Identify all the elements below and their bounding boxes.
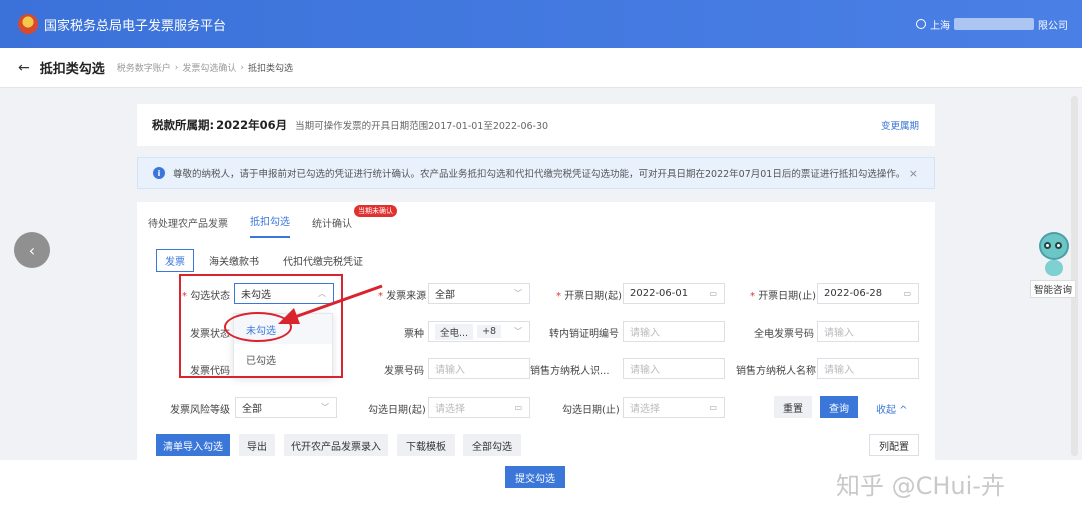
subtab-invoice[interactable]: 发票 (156, 249, 194, 272)
risk-level-label: 发票风险等级 (170, 405, 230, 416)
info-icon: i (153, 167, 165, 179)
status-badge: 当期未确认 (354, 205, 397, 217)
invoice-type-label: 票种 (404, 329, 424, 340)
tab-pending-agri[interactable]: 待处理农产品发票 (148, 215, 228, 238)
invoice-source-label: * 发票来源 (378, 291, 427, 302)
invoice-code-label: 发票代码 (190, 366, 230, 377)
breadcrumb-current: 抵扣类勾选 (248, 64, 294, 74)
user-icon (916, 19, 926, 29)
all-elec-no-input[interactable]: 请输入 (817, 321, 919, 342)
calendar-icon: ▭ (709, 289, 717, 298)
tax-period-panel: 税款所属期: 2022年06月 当期可操作发票的开具日期范围2017-01-01… (137, 104, 935, 146)
transfer-no-label: 转内销证明编号 (549, 329, 619, 340)
user-account[interactable]: 上海 限公司 (916, 0, 1068, 48)
subtabs: 发票 海关缴款书 代扣代缴完税凭证 (156, 249, 372, 272)
check-status-select[interactable]: 未勾选 ︿ (234, 283, 334, 304)
period-value: 2022年06月 (216, 118, 288, 132)
notice-text: 尊敬的纳税人，请于申报前对已勾选的凭证进行统计确认。农产品业务抵扣勾选和代扣代缴… (173, 169, 906, 180)
chevron-down-icon: ﹀ (514, 289, 522, 298)
check-status-dropdown: 未勾选 已勾选 (233, 313, 333, 377)
top-header: 国家税务总局电子发票服务平台 上海 限公司 (0, 0, 1082, 48)
user-name-redacted (954, 18, 1034, 30)
period-label: 税款所属期: (152, 118, 215, 132)
issue-date-end-input[interactable]: 2022-06-28 ▭ (817, 283, 919, 304)
breadcrumb-bar: ← 抵扣类勾选 税务数字账户 › 发票勾选确认 › 抵扣类勾选 (0, 48, 1082, 88)
seller-name-input[interactable]: 请输入 (817, 358, 919, 379)
reset-button[interactable]: 重置 (774, 396, 812, 418)
risk-level-select[interactable]: 全部 ﹀ (235, 397, 337, 418)
notice-banner: i 尊敬的纳税人，请于申报前对已勾选的凭证进行统计确认。农产品业务抵扣勾选和代扣… (137, 157, 935, 189)
invoice-type-select[interactable]: 全电... +8 ﹀ (428, 321, 530, 342)
invoice-source-select[interactable]: 全部 ﹀ (428, 283, 530, 304)
list-import-button[interactable]: 清单导入勾选 (156, 434, 230, 456)
tab-stat-confirm-label: 统计确认 (312, 219, 352, 230)
invoice-no-input[interactable]: 请输入 (428, 358, 530, 379)
subtab-customs[interactable]: 海关缴款书 (200, 249, 268, 272)
tab-stat-confirm[interactable]: 统计确认 当期未确认 (312, 205, 397, 238)
calendar-icon: ▭ (514, 403, 522, 412)
check-date-start-label: 勾选日期(起) (368, 405, 426, 416)
assistant-robot-icon (1034, 222, 1074, 280)
transfer-no-input[interactable]: 请输入 (623, 321, 725, 342)
seller-tax-id-input[interactable]: 请输入 (623, 358, 725, 379)
check-status-label: * 勾选状态 (182, 291, 231, 302)
agri-invoice-entry-button[interactable]: 代开农产品发票录入 (284, 434, 388, 456)
chevron-down-icon: ﹀ (514, 327, 522, 336)
check-date-start-input[interactable]: 请选择 ▭ (428, 397, 530, 418)
issue-date-start-label: * 开票日期(起) (556, 291, 622, 302)
chevron-down-icon: ﹀ (321, 403, 329, 412)
prev-page-button[interactable]: ‹ (14, 232, 50, 268)
export-button[interactable]: 导出 (239, 434, 275, 456)
seller-name-label: 销售方纳税人名称 (736, 366, 816, 377)
tab-deduction-check[interactable]: 抵扣勾选 (250, 213, 290, 238)
submit-check-button[interactable]: 提交勾选 (505, 466, 565, 488)
check-date-end-label: 勾选日期(止) (562, 405, 620, 416)
smart-assistant[interactable]: 智能咨询 (1030, 222, 1078, 298)
issue-date-start-input[interactable]: 2022-06-01 ▭ (623, 283, 725, 304)
all-elec-no-label: 全电发票号码 (754, 329, 814, 340)
collapse-link[interactable]: 收起 ^ (876, 401, 908, 416)
back-arrow-icon[interactable]: ← (18, 60, 30, 76)
period-range-text: 当期可操作发票的开具日期范围2017-01-01至2022-06-30 (295, 121, 549, 132)
calendar-icon: ▭ (903, 289, 911, 298)
user-name-suffix: 限公司 (1038, 20, 1068, 32)
calendar-icon: ▭ (709, 403, 717, 412)
invoice-status-label: 发票状态 (190, 329, 230, 340)
chevron-left-icon: ‹ (28, 240, 36, 260)
assistant-label: 智能咨询 (1030, 280, 1076, 298)
issue-date-end-label: * 开票日期(止) (750, 291, 816, 302)
check-date-end-input[interactable]: 请选择 ▭ (623, 397, 725, 418)
breadcrumb-separator-icon: › (174, 62, 179, 73)
invoice-no-label: 发票号码 (384, 366, 424, 377)
breadcrumb-item[interactable]: 税务数字账户 (117, 61, 171, 74)
breadcrumb-item[interactable]: 发票勾选确认 (182, 61, 236, 74)
tabs: 待处理农产品发票 抵扣勾选 统计确认 当期未确认 (148, 202, 397, 238)
download-template-button[interactable]: 下载模板 (397, 434, 455, 456)
watermark: 知乎 @CHui-卉 (836, 472, 1005, 500)
seller-tax-id-label: 销售方纳税人识... (530, 366, 610, 377)
option-checked[interactable]: 已勾选 (234, 344, 332, 374)
subtab-withholding[interactable]: 代扣代缴完税凭证 (274, 249, 372, 272)
column-config-button[interactable]: 列配置 (869, 434, 919, 456)
chevron-up-icon: ︿ (318, 289, 326, 298)
user-name-prefix: 上海 (930, 20, 950, 32)
change-period-link[interactable]: 变更属期 (881, 118, 919, 132)
app-title: 国家税务总局电子发票服务平台 (44, 18, 227, 34)
tax-emblem-icon (18, 14, 38, 34)
breadcrumb: 税务数字账户 › 发票勾选确认 › 抵扣类勾选 (117, 61, 294, 75)
close-icon[interactable]: × (909, 167, 918, 180)
check-all-button[interactable]: 全部勾选 (463, 434, 521, 456)
breadcrumb-separator-icon: › (240, 62, 244, 73)
option-unchecked[interactable]: 未勾选 (234, 314, 332, 344)
query-button[interactable]: 查询 (820, 396, 858, 418)
page-title: 抵扣类勾选 (39, 62, 105, 77)
